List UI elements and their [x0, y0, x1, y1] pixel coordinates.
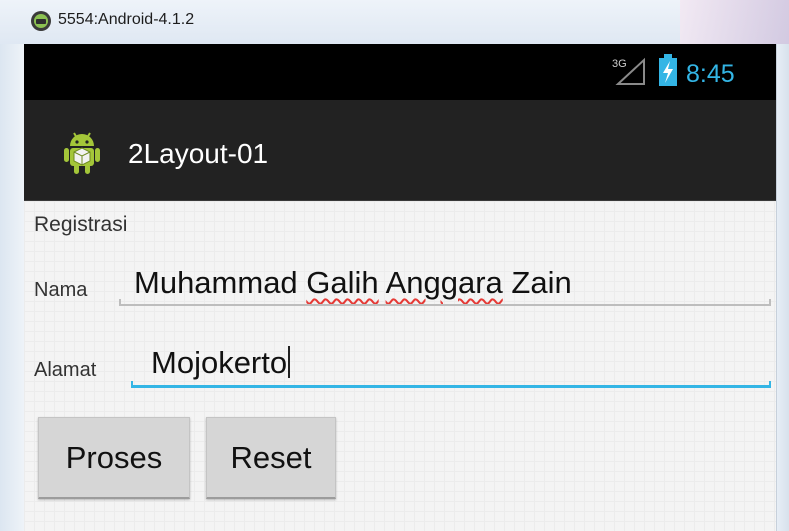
alamat-underline	[131, 381, 771, 388]
app-title: 2Layout-01	[128, 138, 269, 169]
battery-charging-icon	[659, 54, 677, 86]
window-title: 5554:Android-4.1.2	[58, 11, 195, 28]
device-screen: 3G 8:45 2Layout-01 Registrasi Nama Muham…	[24, 44, 776, 531]
android-emulator-icon	[31, 11, 51, 31]
form-heading: Registrasi	[34, 213, 128, 236]
registration-form: Registrasi Nama Muhammad Galih Anggara Z…	[24, 201, 776, 531]
emulator-titlebar: 5554:Android-4.1.2	[0, 0, 789, 45]
titlebar-ghost	[680, 0, 789, 44]
window-right-border	[776, 44, 789, 531]
spellcheck-word: Galih	[306, 265, 379, 300]
alamat-input[interactable]: Mojokerto	[131, 339, 771, 388]
android-app-icon[interactable]	[62, 126, 102, 176]
reset-button[interactable]: Reset	[206, 417, 336, 499]
nama-value: Muhammad Galih Anggara Zain	[134, 265, 572, 300]
nama-label: Nama	[34, 279, 88, 301]
status-bar: 3G 8:45	[24, 44, 776, 100]
nama-underline	[119, 299, 771, 306]
alamat-label: Alamat	[34, 359, 97, 381]
spellcheck-word: Anggara	[385, 265, 503, 300]
emulator-window: 5554:Android-4.1.2 3G 8:45 2Layout-01 Re…	[0, 0, 789, 531]
text-cursor	[288, 346, 291, 378]
status-time: 8:45	[686, 60, 735, 88]
alamat-value: Mojokerto	[151, 345, 288, 380]
alamat-value-wrap: Mojokerto	[151, 345, 291, 381]
svg-text:3G: 3G	[612, 58, 627, 70]
proses-button[interactable]: Proses	[38, 417, 190, 499]
window-left-border	[0, 44, 25, 531]
action-bar: 2Layout-01	[24, 100, 776, 201]
signal-3g-icon: 3G	[612, 57, 645, 85]
nama-input[interactable]: Muhammad Galih Anggara Zain	[119, 257, 771, 306]
